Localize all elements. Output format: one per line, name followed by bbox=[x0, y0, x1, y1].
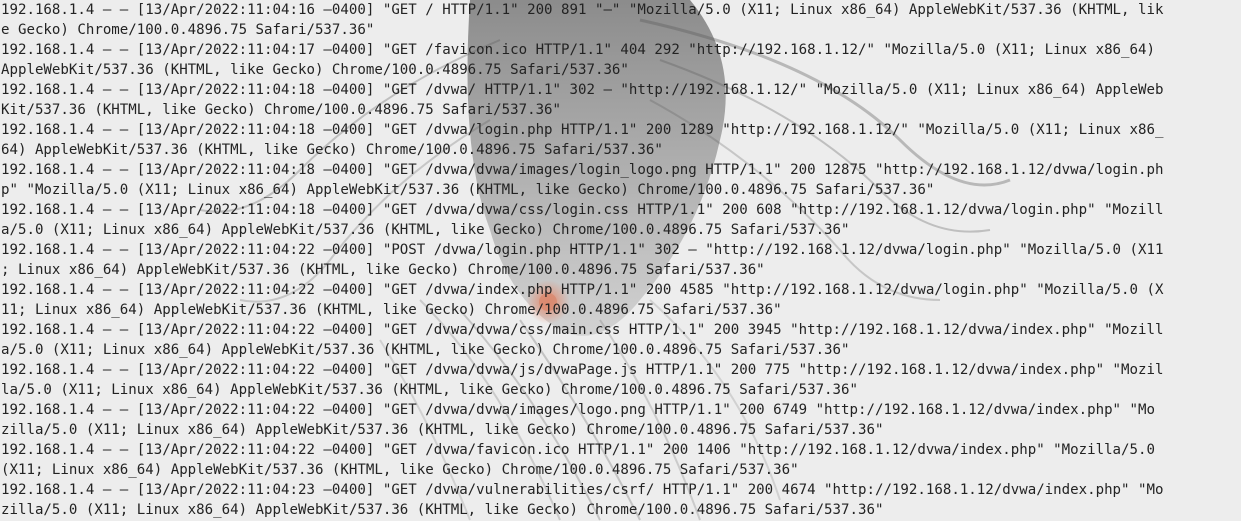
log-line: zilla/5.0 (X11; Linux x86_64) AppleWebKi… bbox=[1, 422, 884, 438]
log-line: AppleWebKit/537.36 (KHTML, like Gecko) C… bbox=[1, 62, 629, 78]
log-line: 192.168.1.4 – – [13/Apr/2022:11:04:22 –0… bbox=[1, 242, 1164, 258]
log-line: 192.168.1.4 – – [13/Apr/2022:11:04:22 –0… bbox=[1, 322, 1164, 338]
log-line: 192.168.1.4 – – [13/Apr/2022:11:04:22 –0… bbox=[1, 442, 1155, 458]
log-line: zilla/5.0 (X11; Linux x86_64) AppleWebKi… bbox=[1, 502, 884, 518]
log-line: a/5.0 (X11; Linux x86_64) AppleWebKit/53… bbox=[1, 342, 850, 358]
log-line: 192.168.1.4 – – [13/Apr/2022:11:04:16 –0… bbox=[1, 2, 1164, 18]
terminal-output[interactable]: 192.168.1.4 – – [13/Apr/2022:11:04:16 –0… bbox=[0, 0, 1241, 521]
log-line: 11; Linux x86_64) AppleWebKit/537.36 (KH… bbox=[1, 302, 782, 318]
log-line: (X11; Linux x86_64) AppleWebKit/537.36 (… bbox=[1, 462, 799, 478]
log-line: la/5.0 (X11; Linux x86_64) AppleWebKit/5… bbox=[1, 382, 859, 398]
log-line: 192.168.1.4 – – [13/Apr/2022:11:04:18 –0… bbox=[1, 202, 1164, 218]
log-line: e Gecko) Chrome/100.0.4896.75 Safari/537… bbox=[1, 22, 375, 38]
log-line: p" "Mozilla/5.0 (X11; Linux x86_64) Appl… bbox=[1, 182, 935, 198]
log-line: Kit/537.36 (KHTML, like Gecko) Chrome/10… bbox=[1, 102, 562, 118]
log-line: 192.168.1.4 – – [13/Apr/2022:11:04:18 –0… bbox=[1, 162, 1164, 178]
log-line: 192.168.1.4 – – [13/Apr/2022:11:04:18 –0… bbox=[1, 122, 1164, 138]
log-line: 192.168.1.4 – – [13/Apr/2022:11:04:22 –0… bbox=[1, 402, 1155, 418]
log-line: ; Linux x86_64) AppleWebKit/537.36 (KHTM… bbox=[1, 262, 765, 278]
log-line: 192.168.1.4 – – [13/Apr/2022:11:04:18 –0… bbox=[1, 82, 1164, 98]
log-line: 192.168.1.4 – – [13/Apr/2022:11:04:23 –0… bbox=[1, 482, 1164, 498]
log-line: 192.168.1.4 – – [13/Apr/2022:11:04:22 –0… bbox=[1, 282, 1164, 298]
log-line: a/5.0 (X11; Linux x86_64) AppleWebKit/53… bbox=[1, 222, 850, 238]
log-line: 192.168.1.4 – – [13/Apr/2022:11:04:17 –0… bbox=[1, 42, 1155, 58]
log-line: 64) AppleWebKit/537.36 (KHTML, like Geck… bbox=[1, 142, 663, 158]
log-line: 192.168.1.4 – – [13/Apr/2022:11:04:22 –0… bbox=[1, 362, 1164, 378]
